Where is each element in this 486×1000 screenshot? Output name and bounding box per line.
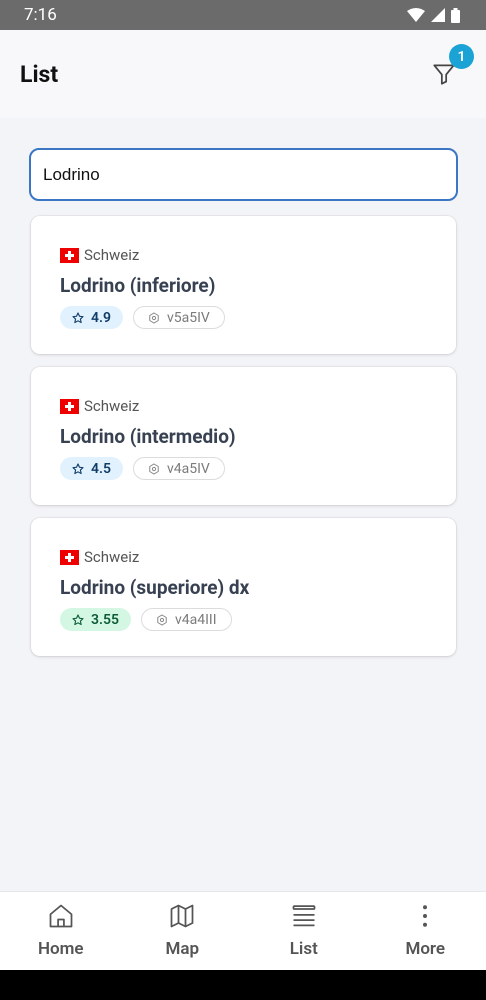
bottom-nav: Home Map List More xyxy=(0,891,486,970)
country-row: Schweiz xyxy=(60,397,427,415)
nav-label-home: Home xyxy=(37,939,84,959)
chips-row: 4.9 v5a5IV xyxy=(60,306,427,329)
swiss-flag-icon xyxy=(60,549,79,565)
country-row: Schweiz xyxy=(60,548,427,566)
country-name: Schweiz xyxy=(84,548,140,566)
home-icon xyxy=(49,904,73,928)
search-input[interactable] xyxy=(29,148,458,201)
rating-value: 4.5 xyxy=(91,460,111,477)
star-icon xyxy=(72,311,84,323)
status-icons xyxy=(407,7,460,23)
status-bar: 7:16 xyxy=(0,0,486,30)
country-name: Schweiz xyxy=(84,397,140,415)
grade-badge: v5a5IV xyxy=(132,306,225,329)
star-icon xyxy=(72,462,84,474)
status-time: 7:16 xyxy=(24,5,57,25)
nav-label-map: Map xyxy=(165,939,200,959)
rating-badge: 4.9 xyxy=(60,306,123,329)
rating-badge: 3.55 xyxy=(60,608,131,631)
chips-row: 4.5 v4a5IV xyxy=(60,457,427,480)
result-title: Lodrino (superiore) dx xyxy=(60,576,250,599)
filter-count-badge: 1 xyxy=(449,44,474,69)
results-list: Schweiz Lodrino (inferiore) 4.9 v5a5IV S… xyxy=(31,216,456,669)
more-vertical-icon xyxy=(423,905,428,927)
nav-item-list[interactable]: List xyxy=(243,892,365,970)
swiss-flag-icon xyxy=(60,398,79,414)
nav-label-list: List xyxy=(289,939,318,959)
country-row: Schweiz xyxy=(60,246,427,264)
system-navigation-bar xyxy=(0,970,486,1000)
result-title: Lodrino (intermedio) xyxy=(60,425,236,448)
rating-badge: 4.5 xyxy=(60,457,123,480)
rating-value: 3.55 xyxy=(91,611,119,628)
grade-badge: v4a4III xyxy=(140,608,232,631)
app-header: List 1 xyxy=(0,30,486,118)
result-card[interactable]: Schweiz Lodrino (intermedio) 4.5 v4a5IV xyxy=(31,367,456,505)
signal-icon xyxy=(431,8,445,22)
grade-value: v5a5IV xyxy=(166,309,210,326)
page-title: List xyxy=(20,60,59,88)
swiss-flag-icon xyxy=(60,247,79,263)
result-title: Lodrino (inferiore) xyxy=(60,274,216,297)
result-card[interactable]: Schweiz Lodrino (inferiore) 4.9 v5a5IV xyxy=(31,216,456,354)
star-icon xyxy=(72,613,84,625)
grade-value: v4a5IV xyxy=(166,460,210,477)
battery-icon xyxy=(451,7,460,23)
nav-item-home[interactable]: Home xyxy=(0,892,122,970)
grade-value: v4a4III xyxy=(174,611,217,628)
grade-badge: v4a5IV xyxy=(132,457,225,480)
result-card[interactable]: Schweiz Lodrino (superiore) dx 3.55 v4a4… xyxy=(31,518,456,656)
map-icon xyxy=(170,904,194,928)
grade-icon xyxy=(149,462,159,475)
nav-item-more[interactable]: More xyxy=(365,892,486,970)
chips-row: 3.55 v4a4III xyxy=(60,608,427,631)
wifi-icon xyxy=(407,8,425,22)
list-icon xyxy=(292,905,316,927)
rating-value: 4.9 xyxy=(91,309,111,326)
grade-icon xyxy=(157,613,167,626)
filter-button[interactable]: 1 xyxy=(422,44,474,96)
grade-icon xyxy=(149,311,159,324)
nav-item-map[interactable]: Map xyxy=(122,892,244,970)
country-name: Schweiz xyxy=(84,246,140,264)
nav-label-more: More xyxy=(405,939,446,959)
